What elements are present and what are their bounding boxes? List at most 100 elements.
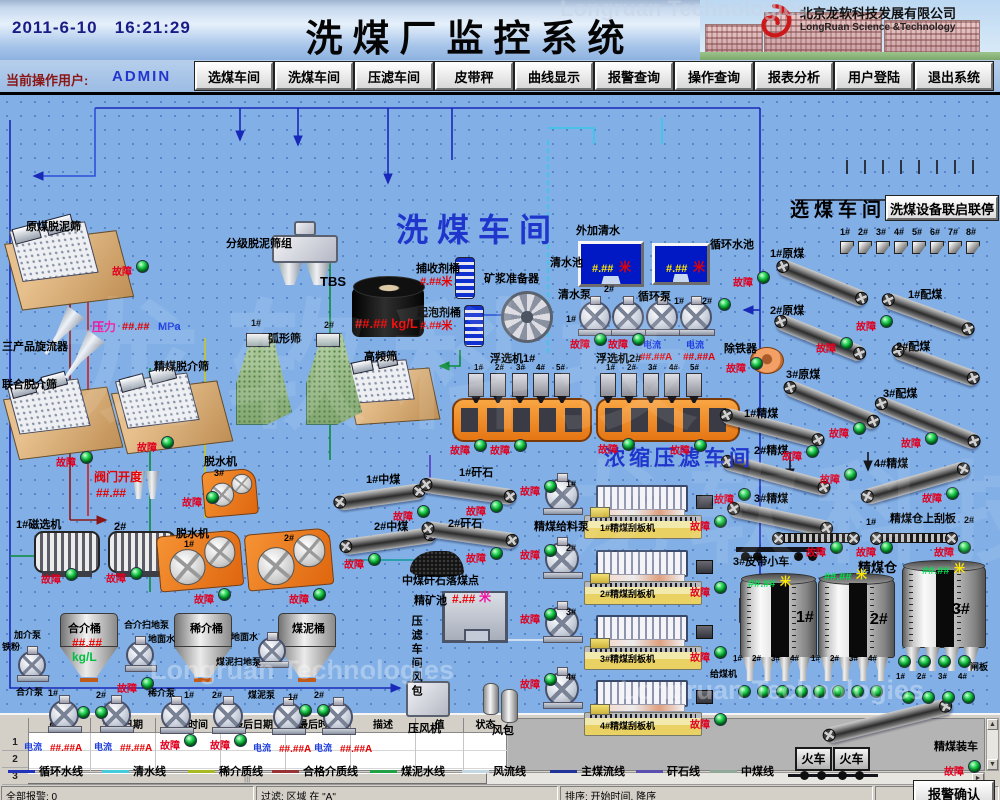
datetime-display: 2011-6-10 16:21:29 <box>12 18 191 38</box>
pump <box>126 641 154 669</box>
scada-label: 1#原煤 <box>770 248 804 260</box>
fault-light-icon <box>880 541 893 554</box>
header: 2011-6-10 16:21:29 洗煤厂监控系统 北京龙软科技发展有限公司 … <box>0 0 1000 60</box>
fault-label: 故障 <box>344 556 364 571</box>
filter-press <box>596 680 688 707</box>
pump <box>49 700 79 730</box>
fault-light-icon <box>474 439 487 452</box>
legend-line-swatch <box>272 770 299 773</box>
scada-label: 1# <box>184 691 194 701</box>
status-light-icon <box>299 704 312 717</box>
legend-item: 循环水线 <box>8 763 83 779</box>
nav-button[interactable]: 洗煤车间 <box>275 62 353 90</box>
fault-label: 故障 <box>160 737 180 752</box>
nav-button[interactable]: 选煤车间 <box>195 62 273 90</box>
scroll-down-icon[interactable]: ▼ <box>987 759 998 770</box>
conveyor <box>721 453 831 497</box>
nav-button[interactable]: 操作查询 <box>675 62 753 90</box>
status-light-icon <box>902 691 915 704</box>
nav-button[interactable]: 报表分析 <box>755 62 833 90</box>
scada-label: 1# <box>251 319 261 329</box>
conveyor-wheel-icon <box>965 370 982 387</box>
nav-button[interactable]: 报警查询 <box>595 62 673 90</box>
fault-label: 故障 <box>41 571 61 586</box>
scada-label: 脱水机 <box>204 456 237 468</box>
conveyor <box>891 342 981 388</box>
fault-light-icon <box>206 491 219 504</box>
fault-light-icon <box>65 568 78 581</box>
high-frequency-screen <box>345 355 440 431</box>
status-light-icon <box>870 685 883 698</box>
legend-item: 主煤流线 <box>550 763 625 779</box>
scada-label: 精煤仓上刮板 <box>890 513 956 525</box>
scada-label: 电流 <box>686 341 704 351</box>
alarm-column-header[interactable]: 值 <box>416 718 464 733</box>
nav-button[interactable]: 曲线显示 <box>515 62 593 90</box>
press-motor <box>696 690 713 704</box>
fault-light-icon <box>514 439 527 452</box>
legend-item: 合格介质线 <box>272 763 358 779</box>
fault-label: 故障 <box>816 340 836 355</box>
nav-bar: 当前操作用户: ADMIN 选煤车间洗煤车间压滤车间皮带秤曲线显示报警查询操作查… <box>0 60 1000 95</box>
arc-screen-motor <box>316 333 340 347</box>
status-light-icon <box>962 691 975 704</box>
scada-label: #.##米 <box>420 276 452 288</box>
legend-label: 合格介质线 <box>303 763 358 779</box>
collector-reagent-tank <box>455 257 475 299</box>
fault-light-icon <box>750 357 763 370</box>
fault-light-icon <box>844 468 857 481</box>
fault-label: 故障 <box>806 544 826 559</box>
fault-light-icon <box>840 337 853 350</box>
scada-label: 矿浆准备器 <box>484 273 539 285</box>
grading-screen-group <box>272 235 338 263</box>
conveyor-wheel-icon <box>502 489 517 504</box>
conveyor-wheel-icon <box>719 453 735 469</box>
conveyor-wheel-icon <box>873 395 890 412</box>
vertical-scrollbar[interactable]: ▲ ▼ <box>986 718 999 771</box>
status-light-icon <box>776 685 789 698</box>
scada-label: ##.##A <box>683 352 715 363</box>
grading-hopper <box>306 263 330 285</box>
flotation-feeder <box>643 373 659 397</box>
fault-label: 故障 <box>520 547 540 562</box>
wash-equipment-interlock-button[interactable]: 洗煤设备联启联停 <box>886 196 998 220</box>
scada-label: 循环水池 <box>710 239 754 251</box>
chute-icon <box>894 241 908 254</box>
nav-button[interactable]: 压滤车间 <box>355 62 433 90</box>
conveyor-wheel-icon <box>959 321 976 338</box>
fault-light-icon <box>141 677 154 690</box>
fault-label: 故障 <box>194 591 214 606</box>
conveyor-wheel-icon <box>859 488 875 504</box>
scada-canvas: 洗煤设备联启联停 报警确认 龙软科技 龙软科技 Longruan Technol… <box>0 95 1000 713</box>
scroll-up-icon[interactable]: ▲ <box>987 719 998 730</box>
current-user-label: 当前操作用户: <box>6 70 88 89</box>
company-name: 北京龙软科技发展有限公司 LongRuan Science &Technolog… <box>800 6 956 35</box>
fault-light-icon <box>136 260 149 273</box>
fault-label: 故障 <box>690 584 710 599</box>
conveyor <box>783 379 882 431</box>
scada-label: 4# <box>536 364 545 373</box>
scada-label: 3# <box>938 673 947 682</box>
scada-label: 2# <box>212 691 222 701</box>
fault-label: 故障 <box>829 425 849 440</box>
nav-button[interactable]: 退出系统 <box>915 62 993 90</box>
nav-button[interactable]: 皮带秤 <box>435 62 513 90</box>
scada-label: 浮选机1# <box>490 353 535 365</box>
scada-label: 1# <box>896 673 905 682</box>
fault-label: 故障 <box>856 318 876 333</box>
fault-label: 故障 <box>520 611 540 626</box>
scada-label: ##.## <box>96 487 126 500</box>
flotation-feeder <box>512 373 528 397</box>
fault-light-icon <box>632 333 645 346</box>
alarm-column-header[interactable]: 描述 <box>351 718 416 733</box>
alarm-confirm-button[interactable]: 报警确认 <box>914 781 994 800</box>
concentrate-pool <box>442 591 508 643</box>
conveyor <box>334 483 425 511</box>
silo-discharge-cone <box>856 657 872 681</box>
flotation-feeder <box>600 373 616 397</box>
dilute-media-barrel <box>174 613 232 679</box>
nav-button[interactable]: 用户登陆 <box>835 62 913 90</box>
fault-label: 故障 <box>466 550 486 565</box>
fault-label: 故障 <box>690 716 710 731</box>
fault-label: 故障 <box>714 491 734 506</box>
